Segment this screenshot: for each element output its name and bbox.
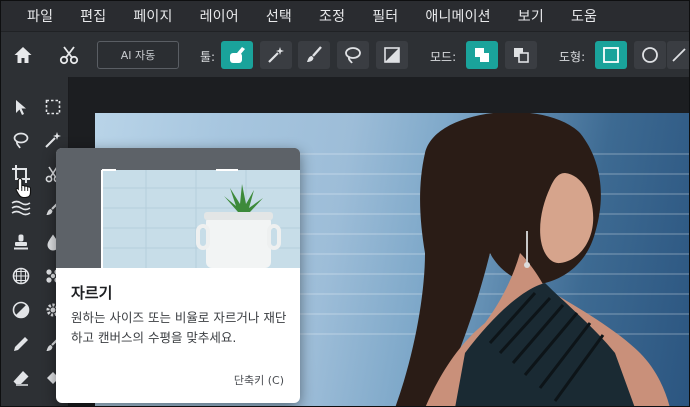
menu-animation[interactable]: 애니메이션 <box>425 6 490 26</box>
magic-wand-button[interactable] <box>260 41 292 69</box>
lasso-icon <box>13 132 29 149</box>
shape-label: 도형: <box>559 50 586 64</box>
plant-pot-illustration <box>56 148 300 268</box>
pencil-icon <box>14 337 28 351</box>
crop-tool-tooltip: 자르기 원하는 사이즈 또는 비율로 자르거나 재단하고 캔버스의 수평을 맞추… <box>56 148 300 403</box>
circle-shape-icon <box>642 47 658 63</box>
cutout-button[interactable] <box>55 41 83 69</box>
tool-pattern[interactable] <box>7 262 35 290</box>
menu-view[interactable]: 보기 <box>518 6 544 26</box>
app-window: 파일 편집 페이지 레이어 선택 조정 필터 애니메이션 보기 도움 AI 자동… <box>0 0 690 407</box>
half-circle-icon <box>12 301 30 319</box>
tooltip-shortcut: 단축키 (C) <box>233 374 284 387</box>
tool-lasso[interactable] <box>7 126 35 154</box>
tool-stamp[interactable] <box>7 228 35 256</box>
options-toolbar: AI 자동 툴: 모드: 도형: <box>1 31 689 77</box>
scissors-icon <box>59 46 79 65</box>
grid-circle-icon <box>12 267 30 285</box>
home-button[interactable] <box>9 41 37 69</box>
mode-subtract-icon <box>514 48 529 63</box>
mode-label: 모드: <box>430 50 457 64</box>
gradient-select-button[interactable] <box>376 41 408 69</box>
menu-help[interactable]: 도움 <box>571 6 597 26</box>
tooltip-preview-image <box>56 148 300 268</box>
mode-union-button[interactable] <box>466 41 498 69</box>
shape-circle-button[interactable] <box>634 41 666 69</box>
home-icon <box>14 47 32 63</box>
tool-dodge-burn[interactable] <box>7 296 35 324</box>
menu-select[interactable]: 선택 <box>266 6 292 26</box>
menu-page[interactable]: 페이지 <box>133 6 172 26</box>
menu-layer[interactable]: 레이어 <box>200 6 239 26</box>
magic-wand-icon <box>45 132 61 148</box>
tool-marquee[interactable] <box>39 93 67 121</box>
mode-subtract-button[interactable] <box>505 41 537 69</box>
tooltip-description: 원하는 사이즈 또는 비율로 자르거나 재단하고 캔버스의 수평을 맞추세요. <box>71 310 287 345</box>
brush-select-button[interactable] <box>221 41 253 69</box>
paintbrush-icon <box>307 46 322 62</box>
tool-move[interactable] <box>7 93 35 121</box>
magic-wand-icon <box>268 47 284 63</box>
mode-union-icon <box>475 48 489 62</box>
tool-eraser[interactable] <box>7 364 35 392</box>
gradient-square-icon <box>384 47 400 63</box>
ai-auto-button[interactable]: AI 자동 <box>97 41 179 69</box>
lasso-icon <box>345 47 361 64</box>
arrow-icon <box>16 100 26 115</box>
paintbrush-select-button[interactable] <box>298 41 330 69</box>
wave-icon <box>11 200 31 216</box>
lasso-select-button[interactable] <box>337 41 369 69</box>
hand-pointer-icon <box>15 177 32 199</box>
tool-pencil[interactable] <box>7 330 35 358</box>
shape-line-button[interactable] <box>667 41 689 69</box>
menu-file[interactable]: 파일 <box>27 6 53 26</box>
line-shape-icon <box>672 48 686 62</box>
brush-select-icon <box>230 47 245 63</box>
tools-label: 툴: <box>200 50 216 64</box>
menu-filter[interactable]: 필터 <box>372 6 398 26</box>
shape-square-button[interactable] <box>595 41 627 69</box>
menu-bar: 파일 편집 페이지 레이어 선택 조정 필터 애니메이션 보기 도움 <box>1 1 689 31</box>
eraser-icon <box>13 371 29 386</box>
menu-adjust[interactable]: 조정 <box>319 6 345 26</box>
marquee-icon <box>45 99 61 115</box>
tooltip-title: 자르기 <box>71 284 113 302</box>
square-shape-icon <box>603 47 619 63</box>
menu-edit[interactable]: 편집 <box>80 6 106 26</box>
stamp-icon <box>14 234 28 250</box>
